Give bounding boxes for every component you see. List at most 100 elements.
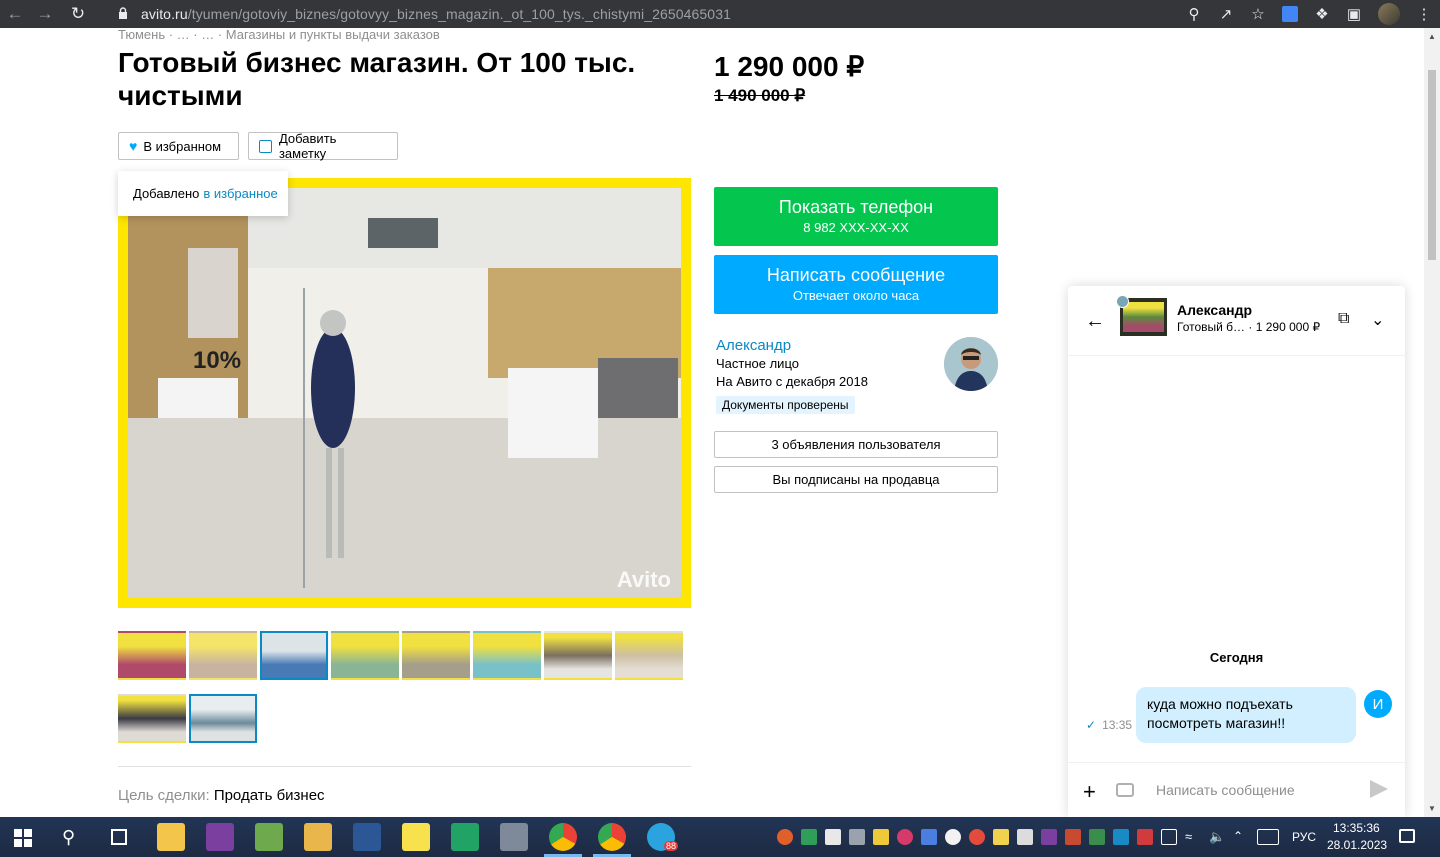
goal-label: Цель сделки: — [118, 787, 210, 804]
chevron-up-icon[interactable]: ⌃ — [1233, 829, 1249, 845]
share-icon[interactable]: ↗ — [1210, 0, 1242, 28]
notepad-app-icon[interactable] — [255, 823, 283, 851]
tray-chrome-icon[interactable] — [969, 829, 985, 845]
documents-verified-badge: Документы проверены — [716, 396, 855, 414]
word-app-icon[interactable] — [353, 823, 381, 851]
page-content: Тюмень · … · … · Магазины и пункты выдач… — [0, 28, 1424, 817]
subscribed-button[interactable]: Вы подписаны на продавца — [714, 466, 998, 493]
user-ads-button[interactable]: 3 объявления пользователя — [714, 431, 998, 458]
chevron-down-icon[interactable]: ⌄ — [1371, 310, 1384, 330]
tray-fx-icon[interactable] — [1113, 829, 1129, 845]
write-message-button[interactable]: Написать сообщение Отвечает около часа — [714, 255, 998, 314]
thumbnail[interactable] — [402, 631, 470, 680]
file-explorer-app-icon[interactable] — [157, 823, 185, 851]
chrome-app-icon[interactable] — [549, 823, 577, 851]
address-bar[interactable]: avito.ru/tyumen/gotoviy_biznes/gotovyy_b… — [141, 0, 731, 28]
show-phone-button[interactable]: Показать телефон 8 982 XXX-XX-XX — [714, 187, 998, 246]
tray-app-icon[interactable] — [777, 829, 793, 845]
seller-name-link[interactable]: Александр — [716, 337, 791, 354]
tray-screenshot-icon[interactable] — [921, 829, 937, 845]
chat-item: Готовый б… · 1 290 000 ₽ — [1177, 320, 1320, 334]
extensions-icon[interactable]: ❖ — [1306, 0, 1338, 28]
input-language[interactable]: РУС — [1292, 830, 1316, 844]
breadcrumb[interactable]: Тюмень · … · … · Магазины и пункты выдач… — [118, 28, 440, 42]
note-icon — [259, 139, 272, 153]
excel-app-icon[interactable] — [451, 823, 479, 851]
phone-number: 8 982 XXX-XX-XX — [803, 220, 909, 235]
tray-notes-icon[interactable] — [873, 829, 889, 845]
favorite-button[interactable]: ♥ В избранном — [118, 132, 239, 160]
tray-record-icon[interactable] — [897, 829, 913, 845]
tray-monitor-icon[interactable] — [849, 829, 865, 845]
thumbnail[interactable] — [189, 631, 257, 680]
chat-name: Александр — [1177, 302, 1253, 318]
thumbnail[interactable] — [118, 631, 186, 680]
thumbnail[interactable] — [331, 631, 399, 680]
expand-icon[interactable]: ⧉ — [1338, 310, 1349, 328]
message-time-text: 13:35 — [1102, 718, 1133, 732]
chrome-app-icon-2[interactable] — [598, 823, 626, 851]
scroll-up-icon[interactable]: ▲ — [1428, 32, 1436, 41]
page-scrollbar[interactable]: ▲ ▼ — [1424, 28, 1440, 817]
onenote-app-icon[interactable] — [206, 823, 234, 851]
clock-time[interactable]: 13:35:36 — [1333, 821, 1380, 835]
attach-plus-icon[interactable]: + — [1083, 779, 1096, 805]
system-app-icon[interactable] — [500, 823, 528, 851]
tray-document-icon[interactable] — [825, 829, 841, 845]
scroll-down-icon[interactable]: ▼ — [1428, 804, 1436, 813]
scroll-thumb[interactable] — [1428, 70, 1436, 260]
thumbnail[interactable] — [189, 694, 257, 743]
tray-vpn-icon[interactable] — [945, 829, 961, 845]
goal-value: Продать бизнес — [213, 787, 325, 804]
back-icon[interactable]: ← — [0, 0, 30, 28]
reload-icon[interactable]: ↻ — [60, 0, 96, 28]
message-input[interactable]: Написать сообщение — [1156, 782, 1295, 798]
favorite-tooltip: Добавлено в избранное — [118, 171, 288, 216]
store-photo-image: 10% — [128, 188, 681, 597]
tray-apps-icon[interactable] — [1017, 829, 1033, 845]
tray-security-icon[interactable] — [1137, 829, 1153, 845]
chat-header: ← Александр Готовый б… · 1 290 000 ₽ ⧉ ⌄ — [1068, 286, 1405, 356]
tooltip-link[interactable]: в избранное — [203, 186, 277, 201]
url-path: /tyumen/gotoviy_biznes/gotovyy_biznes_ma… — [187, 6, 731, 22]
tray-shield-icon[interactable] — [801, 829, 817, 845]
camera-icon[interactable] — [1116, 783, 1134, 797]
send-icon[interactable] — [1370, 780, 1388, 798]
thumbnail[interactable] — [615, 631, 683, 680]
main-photo[interactable]: 10% Avito — [118, 178, 691, 608]
store-photo: 10% Avito — [128, 188, 681, 597]
tray-onenote-icon[interactable] — [1041, 829, 1057, 845]
add-note-button[interactable]: Добавить заметку — [248, 131, 398, 161]
task-view-icon[interactable] — [111, 829, 127, 845]
thumbnail[interactable] — [118, 694, 186, 743]
message-time: ✓ 13:35 — [1086, 718, 1132, 732]
reply-time: Отвечает около часа — [792, 288, 920, 303]
folder-app-icon[interactable] — [304, 823, 332, 851]
battery-icon[interactable] — [1161, 829, 1177, 845]
keyboard-icon[interactable] — [1257, 829, 1279, 845]
profile-avatar[interactable] — [1378, 3, 1400, 25]
tray-window-icon[interactable] — [993, 829, 1009, 845]
clock-date[interactable]: 28.01.2023 — [1327, 838, 1387, 852]
sidepanel-icon[interactable]: ▣ — [1338, 0, 1370, 28]
zoom-icon[interactable]: ⚲ — [1178, 0, 1210, 28]
translate-icon[interactable] — [1274, 0, 1306, 28]
wifi-icon[interactable]: ≈ — [1185, 829, 1201, 845]
thumbnail[interactable] — [473, 631, 541, 680]
sticky-notes-app-icon[interactable] — [402, 823, 430, 851]
tray-tool-icon[interactable] — [1065, 829, 1081, 845]
message-bubble: куда можно подъехать посмотреть магазин!… — [1136, 687, 1356, 743]
forward-icon[interactable]: → — [30, 0, 60, 28]
tray-cloud-icon[interactable] — [1089, 829, 1105, 845]
bookmark-star-icon[interactable]: ☆ — [1242, 0, 1274, 28]
seller-avatar[interactable] — [944, 337, 998, 391]
notifications-icon[interactable] — [1399, 829, 1415, 843]
thumbnail[interactable] — [544, 631, 612, 680]
menu-kebab-icon[interactable]: ⋮ — [1408, 0, 1440, 28]
windows-start-icon[interactable] — [14, 829, 32, 847]
search-icon[interactable]: ⚲ — [62, 827, 75, 848]
volume-icon[interactable]: 🔈 — [1209, 829, 1225, 845]
chat-back-icon[interactable]: ← — [1085, 310, 1105, 333]
thumbnail[interactable] — [260, 631, 328, 680]
tooltip-text: Добавлено — [133, 186, 200, 201]
